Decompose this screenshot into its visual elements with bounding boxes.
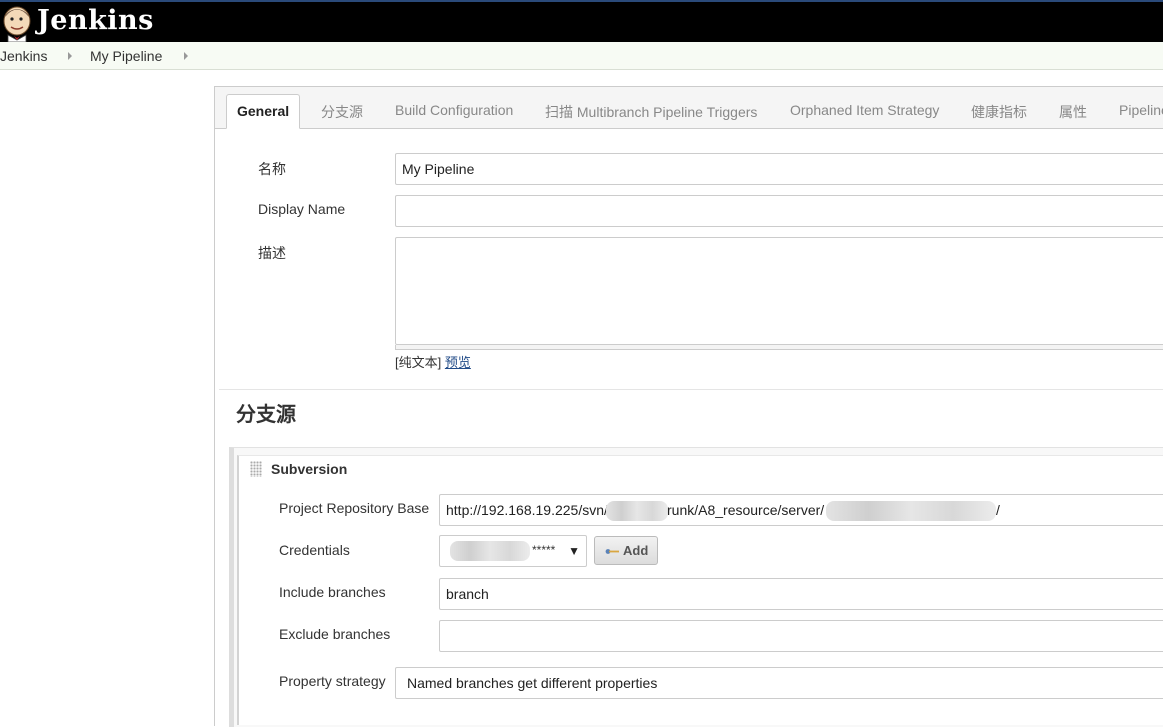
key-icon xyxy=(605,549,619,554)
breadcrumb-my-pipeline[interactable]: My Pipeline xyxy=(90,48,162,64)
section-divider xyxy=(219,389,1163,390)
breadcrumb-arrow-icon[interactable] xyxy=(68,52,72,60)
include-branches-label: Include branches xyxy=(279,584,386,600)
credentials-label: Credentials xyxy=(279,542,350,558)
credentials-masked: ***** xyxy=(532,543,556,557)
tab-build-configuration[interactable]: Build Configuration xyxy=(395,102,513,118)
description-format: [纯文本] 预览 xyxy=(395,352,471,371)
name-input[interactable] xyxy=(395,153,1163,185)
tab-general[interactable]: General xyxy=(226,94,301,129)
tab-branch-sources[interactable]: 分支源 xyxy=(321,102,363,122)
property-strategy-select[interactable]: Named branches get different properties xyxy=(395,667,1163,699)
preview-link[interactable]: 预览 xyxy=(445,355,471,370)
repo-base-text-2: runk/A8_resource/server/ xyxy=(667,502,825,518)
add-button-label: Add xyxy=(623,543,649,558)
tab-properties[interactable]: 属性 xyxy=(1059,102,1087,122)
textarea-resize-bar[interactable] xyxy=(395,345,1163,350)
tab-bar: General 分支源 Build Configuration 扫描 Multi… xyxy=(215,87,1163,129)
tab-scan-triggers[interactable]: 扫描 Multibranch Pipeline Triggers xyxy=(545,102,757,122)
repo-base-text-1: http://192.168.19.225/svn/ xyxy=(446,502,608,518)
tab-health-metrics[interactable]: 健康指标 xyxy=(971,102,1027,122)
tab-orphaned-item-strategy[interactable]: Orphaned Item Strategy xyxy=(790,102,939,118)
property-strategy-label: Property strategy xyxy=(279,673,386,689)
add-credentials-button[interactable]: Add xyxy=(594,536,658,565)
breadcrumb: Jenkins My Pipeline xyxy=(0,42,1163,70)
redacted-blur xyxy=(450,541,530,561)
repo-base-text-3: / xyxy=(996,502,1000,518)
description-label: 描述 xyxy=(258,245,286,261)
exclude-branches-label: Exclude branches xyxy=(279,626,391,642)
display-name-input[interactable] xyxy=(395,195,1163,227)
format-plain-text: [纯文本] xyxy=(395,355,442,370)
exclude-branches-input[interactable] xyxy=(439,620,1163,652)
breadcrumb-jenkins[interactable]: Jenkins xyxy=(0,48,47,64)
redacted-blur xyxy=(826,501,996,521)
app-name[interactable]: Jenkins xyxy=(37,5,154,36)
scm-title: Subversion xyxy=(271,461,348,477)
drag-handle-icon[interactable] xyxy=(250,461,262,477)
branch-sources-title: 分支源 xyxy=(236,404,296,426)
tab-pipeline[interactable]: Pipeline xyxy=(1119,102,1163,118)
redacted-blur xyxy=(606,501,668,521)
repo-base-label: Project Repository Base xyxy=(279,500,430,516)
description-textarea[interactable] xyxy=(395,237,1163,345)
chevron-down-icon: ▼ xyxy=(568,544,580,558)
repo-base-input[interactable]: http://192.168.19.225/svn/ runk/A8_resou… xyxy=(439,494,1163,526)
credentials-select[interactable]: ***** ▼ xyxy=(439,535,587,567)
breadcrumb-arrow-icon[interactable] xyxy=(184,52,188,60)
jenkins-butler-icon[interactable] xyxy=(0,4,34,42)
name-label: 名称 xyxy=(258,161,286,177)
include-branches-input[interactable] xyxy=(439,578,1163,610)
top-header: Jenkins xyxy=(0,0,1163,42)
display-name-label: Display Name xyxy=(258,201,346,217)
